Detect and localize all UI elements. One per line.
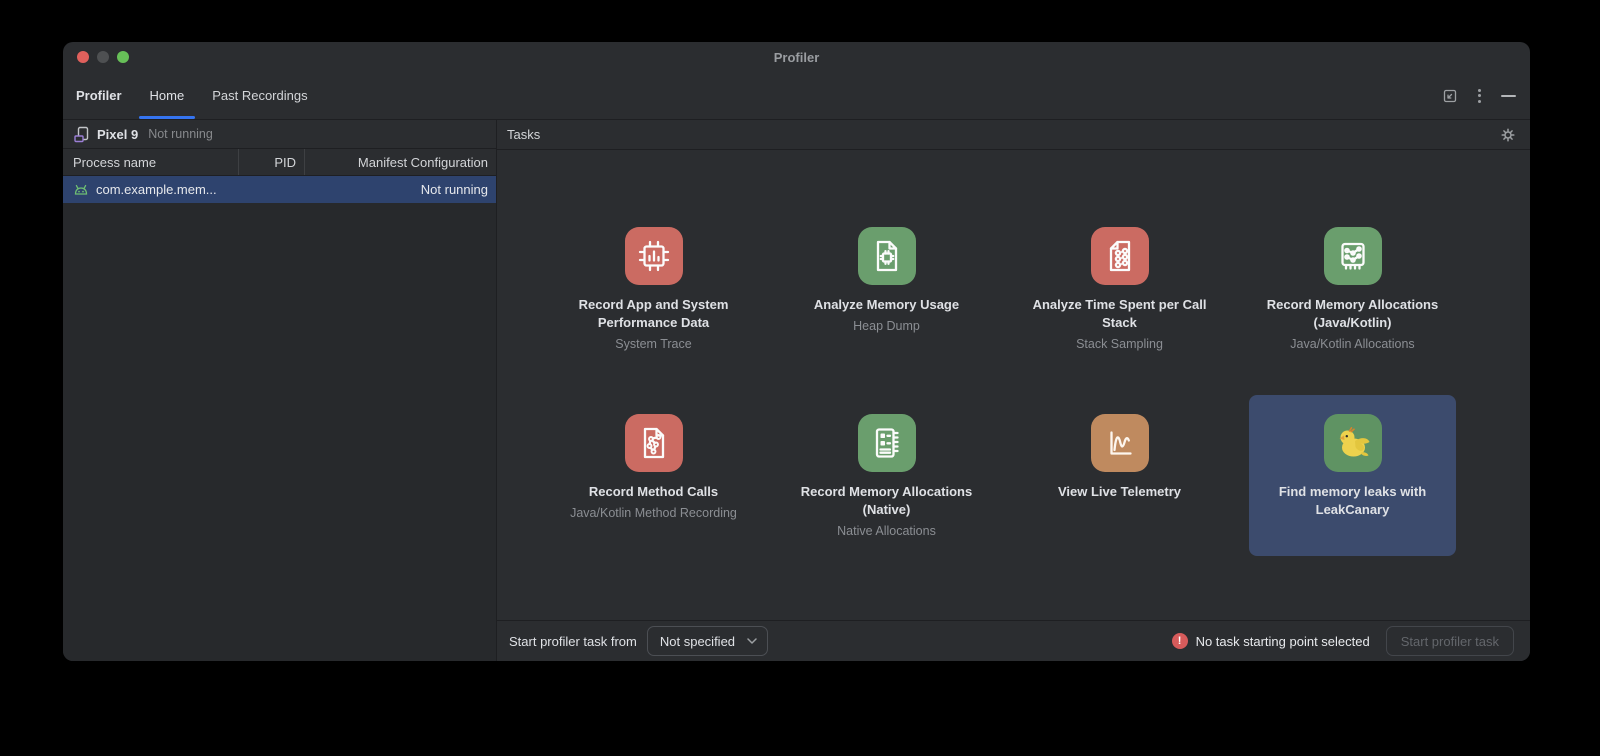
system-trace-icon [625,227,683,285]
stack-sampling-icon [1091,227,1149,285]
memory-native-icon [858,414,916,472]
tasks-panel: Tasks Record App and System Performance … [497,120,1530,661]
task-title: Record Memory Allocations (Java/Kotlin) [1253,296,1452,332]
hide-toolwindow-icon[interactable] [1501,95,1516,97]
process-name: com.example.mem... [96,182,217,197]
tool-window-label: Profiler [76,88,122,103]
device-panel: Pixel 9 Not running Process name PID Man… [63,120,497,661]
device-status: Not running [148,127,213,141]
start-from-label: Start profiler task from [509,634,637,649]
tab-past-recordings[interactable]: Past Recordings [212,72,307,119]
tabbar-actions [1442,87,1516,105]
task-card[interactable]: Analyze Time Spent per Call Stack Stack … [1016,208,1223,369]
task-subtitle: Heap Dump [853,318,920,335]
android-icon [73,183,89,196]
tasks-header-title: Tasks [507,127,540,142]
task-card[interactable]: Find memory leaks with LeakCanary [1249,395,1456,556]
task-subtitle: Native Allocations [837,523,936,540]
start-profiler-task-button[interactable]: Start profiler task [1386,626,1514,656]
minimize-window-button[interactable] [97,51,109,63]
task-title: Analyze Time Spent per Call Stack [1020,296,1219,332]
titlebar: Profiler [63,42,1530,72]
task-title: Record App and System Performance Data [554,296,753,332]
profiler-window: Profiler Profiler Home Past Recordings [63,42,1530,661]
tab-home[interactable]: Home [150,72,185,119]
task-subtitle: Java/Kotlin Allocations [1290,336,1414,353]
desktop-background: Profiler Profiler Home Past Recordings [0,0,1600,756]
task-card[interactable]: Analyze Memory Usage Heap Dump [783,208,990,369]
window-title: Profiler [774,50,820,65]
device-row[interactable]: Pixel 9 Not running [63,120,496,149]
tasks-panel-header: Tasks [497,120,1530,150]
task-card[interactable]: Record Method Calls Java/Kotlin Method R… [550,395,757,556]
chevron-down-icon [747,638,757,644]
zoom-window-button[interactable] [117,51,129,63]
column-manifest-configuration[interactable]: Manifest Configuration [304,149,496,175]
process-row-selected[interactable]: com.example.mem... Not running [63,176,496,203]
task-title: Find memory leaks with LeakCanary [1253,483,1452,519]
device-icon [73,126,90,143]
warning-text: No task starting point selected [1196,634,1370,649]
method-calls-icon [625,414,683,472]
tab-bar: Profiler Home Past Recordings [63,72,1530,120]
column-process-name[interactable]: Process name [63,149,238,175]
task-subtitle: Java/Kotlin Method Recording [570,505,737,522]
close-window-button[interactable] [77,51,89,63]
column-pid[interactable]: PID [238,149,304,175]
tasks-area: Record App and System Performance Data S… [497,150,1530,620]
task-title: View Live Telemetry [1058,483,1181,501]
kebab-menu-icon[interactable] [1476,87,1483,105]
task-title: Analyze Memory Usage [814,296,959,314]
canary-icon [1324,414,1382,472]
main-split: Pixel 9 Not running Process name PID Man… [63,120,1530,661]
warning-icon: ! [1172,633,1188,649]
task-card[interactable]: Record Memory Allocations (Java/Kotlin) … [1249,208,1456,369]
task-card[interactable]: View Live Telemetry [1016,395,1223,556]
dock-window-icon[interactable] [1442,88,1458,104]
footer-bar: Start profiler task from Not specified !… [497,620,1530,661]
task-subtitle: System Trace [615,336,691,353]
task-card[interactable]: Record Memory Allocations (Native) Nativ… [783,395,990,556]
device-name: Pixel 9 [97,127,138,142]
process-table-header: Process name PID Manifest Configuration [63,149,496,176]
heap-dump-icon [858,227,916,285]
task-card[interactable]: Record App and System Performance Data S… [550,208,757,369]
memory-java-icon [1324,227,1382,285]
footer-right: ! No task starting point selected Start … [1172,626,1514,656]
task-title: Record Memory Allocations (Native) [787,483,986,519]
dropdown-value: Not specified [660,634,735,649]
traffic-lights [77,51,129,63]
start-point-dropdown[interactable]: Not specified [647,626,768,656]
process-status: Not running [421,182,488,197]
gear-icon[interactable] [1500,127,1516,143]
task-title: Record Method Calls [589,483,718,501]
task-subtitle: Stack Sampling [1076,336,1163,353]
tasks-grid: Record App and System Performance Data S… [537,208,1469,556]
telemetry-icon [1091,414,1149,472]
